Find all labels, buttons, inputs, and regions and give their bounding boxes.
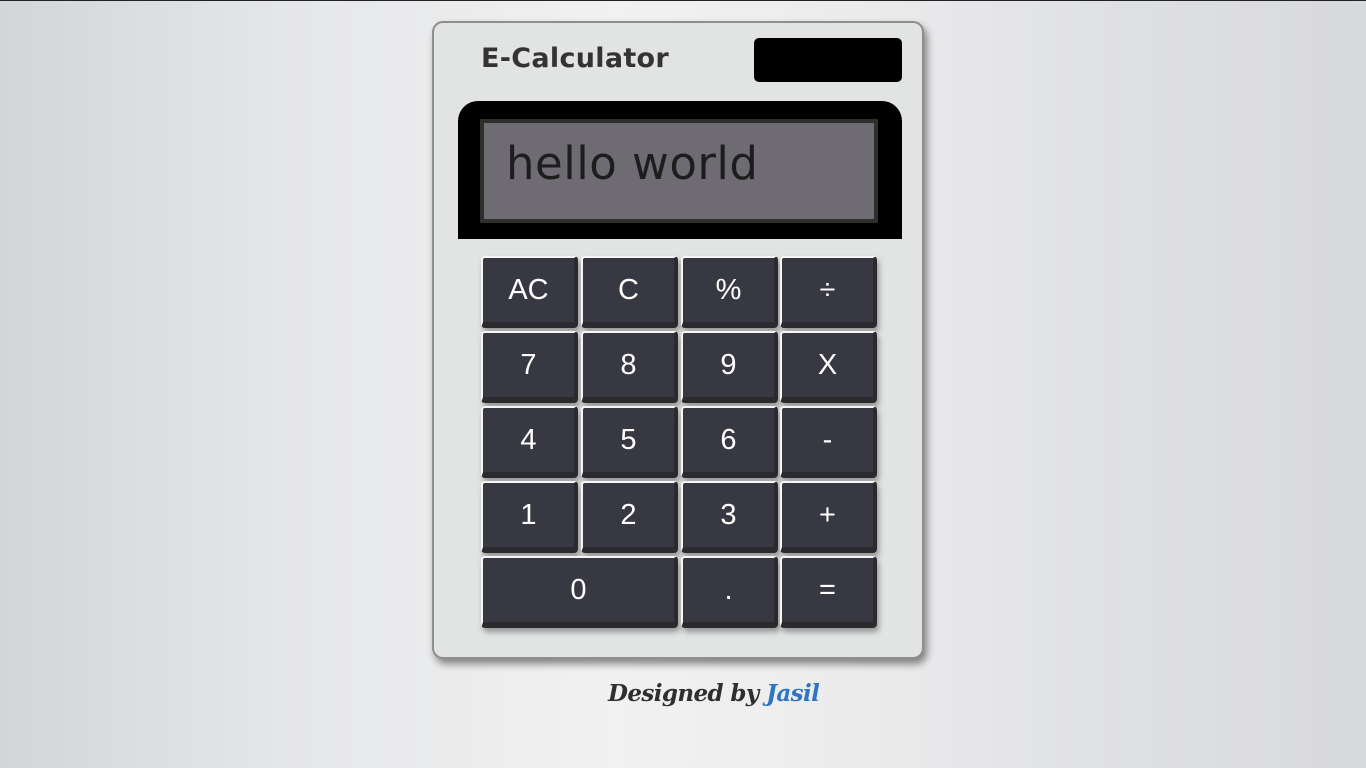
key-subtract[interactable]: - [780, 406, 877, 478]
key-decimal[interactable]: . [681, 556, 778, 628]
key-2[interactable]: 2 [581, 481, 678, 553]
calculator-brand: E-Calculator [481, 43, 670, 74]
key-0[interactable]: 0 [481, 556, 678, 628]
key-clear[interactable]: C [581, 256, 678, 328]
credit-prefix: Designed by [608, 680, 759, 707]
key-all-clear[interactable]: AC [481, 256, 578, 328]
key-add[interactable]: + [780, 481, 877, 553]
key-5[interactable]: 5 [581, 406, 678, 478]
key-7[interactable]: 7 [481, 331, 578, 403]
display-screen: hello world [480, 119, 878, 223]
key-multiply[interactable]: X [780, 331, 877, 403]
calculator-body: E-Calculator hello world AC C % ÷ 7 8 9 … [432, 21, 924, 659]
key-8[interactable]: 8 [581, 331, 678, 403]
author-link[interactable]: Jasil [766, 680, 820, 707]
key-1[interactable]: 1 [481, 481, 578, 553]
display-text: hello world [506, 137, 759, 190]
key-divide[interactable]: ÷ [780, 256, 877, 328]
solar-panel [754, 38, 902, 82]
key-3[interactable]: 3 [681, 481, 778, 553]
display-frame: hello world [458, 101, 902, 239]
key-6[interactable]: 6 [681, 406, 778, 478]
top-border [0, 0, 1366, 1]
keypad: AC C % ÷ 7 8 9 X 4 5 6 - 1 2 3 + 0 . = [481, 256, 881, 632]
key-4[interactable]: 4 [481, 406, 578, 478]
designer-credit: Designed by Jasil [608, 680, 820, 707]
key-9[interactable]: 9 [681, 331, 778, 403]
key-equals[interactable]: = [780, 556, 877, 628]
key-percent[interactable]: % [681, 256, 778, 328]
